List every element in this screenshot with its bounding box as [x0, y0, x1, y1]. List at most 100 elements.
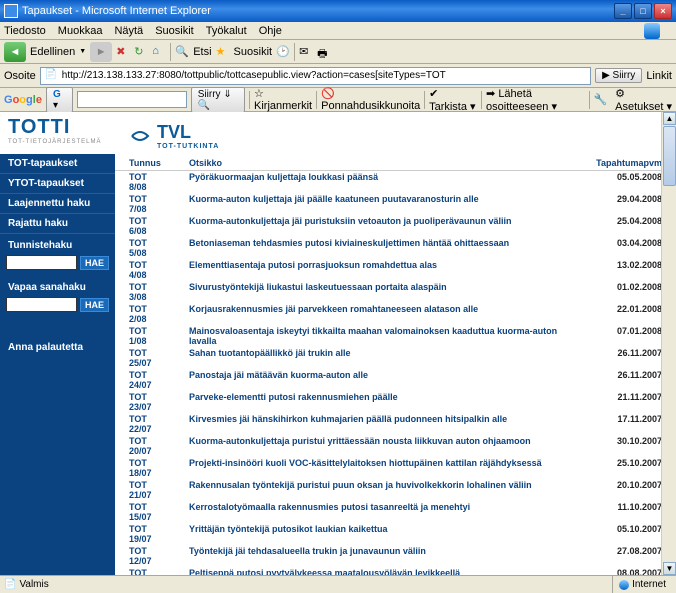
table-row[interactable]: TOT 19/07Yrittäjän työntekijä putosikot …: [115, 523, 676, 545]
mail-icon[interactable]: ✉: [299, 45, 313, 59]
table-row[interactable]: TOT 18/07Projekti-insinööri kuoli VOC-kä…: [115, 457, 676, 479]
case-code[interactable]: TOT 1/08: [115, 325, 175, 347]
table-row[interactable]: TOT 1/08Mainosvaloasentaja iskeytyi tikk…: [115, 325, 676, 347]
col-header-code[interactable]: Tunnus: [115, 156, 175, 171]
case-title[interactable]: Yrittäjän työntekijä putosikot laukian k…: [175, 523, 582, 545]
case-code[interactable]: TOT 22/07: [115, 413, 175, 435]
case-title[interactable]: Rakennusalan työntekijä puristui puun ok…: [175, 479, 582, 501]
menu-view[interactable]: Näytä: [114, 25, 143, 37]
case-title[interactable]: Kuorma-auton kuljettaja jäi päälle kaatu…: [175, 193, 582, 215]
case-code[interactable]: TOT 2/08: [115, 303, 175, 325]
id-search-input[interactable]: [6, 255, 77, 270]
case-code[interactable]: TOT 11/07: [115, 567, 175, 575]
google-search-input[interactable]: [77, 91, 187, 108]
case-title[interactable]: Projekti-insinööri kuoli VOC-käsittelyla…: [175, 457, 582, 479]
minimize-button[interactable]: _: [614, 3, 632, 19]
sidebar-item-feedback[interactable]: Anna palautetta: [0, 338, 115, 357]
favorites-label[interactable]: Suosikit: [234, 46, 273, 58]
case-title[interactable]: Panostaja jäi mätäävän kuorma-auton alle: [175, 369, 582, 391]
case-code[interactable]: TOT 25/07: [115, 347, 175, 369]
case-code[interactable]: TOT 19/07: [115, 523, 175, 545]
address-input[interactable]: 📄 http://213.138.133.27:8080/tottpublic/…: [40, 67, 591, 85]
scroll-up-icon[interactable]: ▲: [663, 112, 676, 125]
case-title[interactable]: Mainosvaloasentaja iskeytyi tikkailta ma…: [175, 325, 582, 347]
case-title[interactable]: Korjausrakennusmies jäi parvekkeen romah…: [175, 303, 582, 325]
google-bookmarks[interactable]: ☆ Kirjanmerkit: [254, 87, 312, 112]
google-send[interactable]: ➡ Lähetä osoitteeseen ▾: [486, 87, 585, 113]
case-code[interactable]: TOT 15/07: [115, 501, 175, 523]
maximize-button[interactable]: □: [634, 3, 652, 19]
free-search-button[interactable]: HAE: [80, 298, 109, 312]
google-g-button[interactable]: G ▾: [46, 87, 73, 113]
menu-help[interactable]: Ohje: [259, 25, 282, 37]
table-row[interactable]: TOT 21/07Rakennusalan työntekijä puristu…: [115, 479, 676, 501]
table-row[interactable]: TOT 15/07Kerrostalotyömaalla rakennusmie…: [115, 501, 676, 523]
stop-icon[interactable]: ✖: [116, 45, 130, 59]
table-row[interactable]: TOT 12/07Työntekijä jäi tehdasalueella t…: [115, 545, 676, 567]
refresh-icon[interactable]: ↻: [134, 45, 148, 59]
case-title[interactable]: Kerrostalotyömaalla rakennusmies putosi …: [175, 501, 582, 523]
case-title[interactable]: Kirvesmies jäi hänskihirkon kuhmajarien …: [175, 413, 582, 435]
case-code[interactable]: TOT 6/08: [115, 215, 175, 237]
sidebar-item-ytot[interactable]: YTOT-tapaukset: [0, 174, 115, 194]
close-button[interactable]: ×: [654, 3, 672, 19]
google-extra-icon[interactable]: 🔧: [593, 93, 607, 106]
scroll-down-icon[interactable]: ▼: [663, 562, 676, 575]
id-search-button[interactable]: HAE: [80, 256, 109, 270]
links-label[interactable]: Linkit: [646, 70, 672, 82]
menu-file[interactable]: Tiedosto: [4, 25, 46, 37]
sidebar-item-extsearch[interactable]: Laajennettu haku: [0, 194, 115, 214]
case-title[interactable]: Parveke-elementti putosi rakennusmiehen …: [175, 391, 582, 413]
case-title[interactable]: Pyöräkuormaajan kuljettaja loukkasi pään…: [175, 171, 582, 194]
table-row[interactable]: TOT 25/07Sahan tuotantopäällikkö jäi tru…: [115, 347, 676, 369]
table-row[interactable]: TOT 7/08Kuorma-auton kuljettaja jäi pääl…: [115, 193, 676, 215]
table-row[interactable]: TOT 4/08Elementtiasentaja putosi porrasj…: [115, 259, 676, 281]
case-title[interactable]: Kuorma-autonkuljettaja puristui yrittäes…: [175, 435, 582, 457]
go-button[interactable]: ▶ Siirry: [595, 68, 642, 83]
case-code[interactable]: TOT 21/07: [115, 479, 175, 501]
table-row[interactable]: TOT 24/07Panostaja jäi mätäävän kuorma-a…: [115, 369, 676, 391]
case-code[interactable]: TOT 5/08: [115, 237, 175, 259]
case-code[interactable]: TOT 3/08: [115, 281, 175, 303]
menu-favorites[interactable]: Suosikit: [155, 25, 194, 37]
google-popup[interactable]: 🚫 Ponnahdusikkunoita: [321, 87, 420, 112]
history-icon[interactable]: 🕑: [276, 45, 290, 59]
google-logo[interactable]: Google: [4, 94, 42, 106]
table-row[interactable]: TOT 11/07Peltiseppä putosi pyytyälvkeess…: [115, 567, 676, 575]
table-row[interactable]: TOT 2/08Korjausrakennusmies jäi parvekke…: [115, 303, 676, 325]
sidebar-item-limitedsearch[interactable]: Rajattu haku: [0, 214, 115, 234]
menu-edit[interactable]: Muokkaa: [58, 25, 103, 37]
search-label[interactable]: Etsi: [193, 46, 211, 58]
back-label[interactable]: Edellinen: [30, 46, 75, 58]
scroll-thumb[interactable]: [663, 126, 676, 186]
case-code[interactable]: TOT 4/08: [115, 259, 175, 281]
case-title[interactable]: Peltiseppä putosi pyytyälvkeessa maatalo…: [175, 567, 582, 575]
forward-button[interactable]: ►: [90, 42, 112, 62]
free-search-input[interactable]: [6, 297, 77, 312]
sidebar-item-tot[interactable]: TOT-tapaukset: [0, 154, 115, 174]
table-row[interactable]: TOT 3/08Sivurustyöntekijä liukastui lask…: [115, 281, 676, 303]
google-go-button[interactable]: Siirry ⇓ 🔍: [191, 87, 245, 113]
case-code[interactable]: TOT 24/07: [115, 369, 175, 391]
case-code[interactable]: TOT 23/07: [115, 391, 175, 413]
case-code[interactable]: TOT 7/08: [115, 193, 175, 215]
col-header-title[interactable]: Otsikko: [175, 156, 582, 171]
table-row[interactable]: TOT 8/08Pyöräkuormaajan kuljettaja loukk…: [115, 171, 676, 194]
table-row[interactable]: TOT 23/07Parveke-elementti putosi rakenn…: [115, 391, 676, 413]
table-row[interactable]: TOT 5/08Betoniaseman tehdasmies putosi k…: [115, 237, 676, 259]
case-title[interactable]: Työntekijä jäi tehdasalueella trukin ja …: [175, 545, 582, 567]
search-icon[interactable]: 🔍: [175, 45, 189, 59]
back-dropdown-icon[interactable]: ▼: [79, 48, 86, 55]
favorites-icon[interactable]: ★: [216, 45, 230, 59]
google-settings[interactable]: ⚙ Asetukset ▾: [615, 87, 672, 113]
menu-tools[interactable]: Työkalut: [206, 25, 247, 37]
case-title[interactable]: Sahan tuotantopäällikkö jäi trukin alle: [175, 347, 582, 369]
print-icon[interactable]: 🖶: [317, 45, 331, 59]
case-title[interactable]: Kuorma-autonkuljettaja jäi puristuksiin …: [175, 215, 582, 237]
home-icon[interactable]: ⌂: [152, 45, 166, 59]
case-code[interactable]: TOT 12/07: [115, 545, 175, 567]
scrollbar[interactable]: ▲ ▼: [661, 112, 676, 575]
table-row[interactable]: TOT 22/07Kirvesmies jäi hänskihirkon kuh…: [115, 413, 676, 435]
table-row[interactable]: TOT 6/08Kuorma-autonkuljettaja jäi puris…: [115, 215, 676, 237]
google-check[interactable]: ✔ Tarkista ▾: [429, 87, 477, 113]
